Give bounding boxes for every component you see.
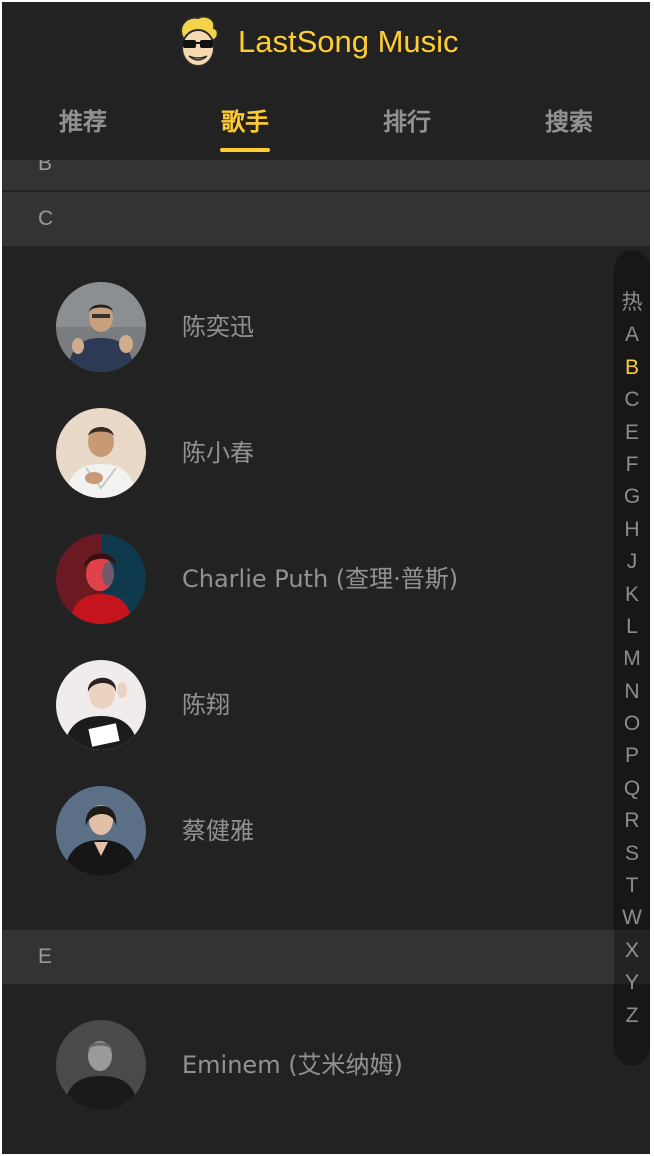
tab-recommend[interactable]: 推荐 (2, 82, 164, 160)
singer-avatar (56, 282, 146, 372)
index-letter[interactable]: N (614, 676, 650, 708)
singer-name: 陈小春 (182, 439, 254, 467)
tab-bar: 推荐 歌手 排行 搜索 (2, 82, 650, 160)
index-letter[interactable]: A (614, 319, 650, 351)
singer-avatar (56, 1020, 146, 1110)
index-letter[interactable]: S (614, 838, 650, 870)
index-letter[interactable]: F (614, 449, 650, 481)
index-letter[interactable]: L (614, 611, 650, 643)
index-letter[interactable]: P (614, 740, 650, 772)
tab-label: 排行 (383, 108, 431, 136)
singer-item[interactable]: 蔡健雅 (2, 768, 612, 894)
tab-singer[interactable]: 歌手 (164, 82, 326, 160)
group-title-c: C (2, 192, 650, 246)
app-logo-icon (174, 14, 222, 70)
index-letter[interactable]: Q (614, 773, 650, 805)
tab-label: 搜索 (545, 108, 593, 136)
group-title-b: B (2, 160, 650, 190)
singer-avatar (56, 660, 146, 750)
singer-name: Eminem (艾米纳姆) (182, 1051, 403, 1079)
singer-item[interactable]: Eminem (艾米纳姆) (2, 1002, 612, 1128)
index-letter[interactable]: R (614, 805, 650, 837)
singer-avatar (56, 408, 146, 498)
index-letter[interactable]: K (614, 579, 650, 611)
index-letter[interactable]: J (614, 546, 650, 578)
index-letter[interactable]: 热 (614, 287, 650, 319)
singer-avatar (56, 534, 146, 624)
tab-label: 歌手 (221, 108, 269, 136)
index-letter[interactable]: H (614, 514, 650, 546)
index-letter[interactable]: E (614, 417, 650, 449)
singer-item[interactable]: Charlie Puth (查理·普斯) (2, 516, 612, 642)
singer-item[interactable]: 陈奕迅 (2, 264, 612, 390)
active-tab-indicator (220, 148, 270, 152)
index-letter[interactable]: Y (614, 967, 650, 999)
singer-name: Charlie Puth (查理·普斯) (182, 565, 459, 593)
app-window: LastSong Music 推荐 歌手 排行 搜索 B C 陈奕迅 陈小春 C… (2, 2, 650, 1154)
tab-label: 推荐 (59, 108, 107, 136)
index-letter[interactable]: Z (614, 1000, 650, 1032)
index-letter[interactable]: B (614, 352, 650, 384)
header: LastSong Music (2, 2, 650, 82)
index-letter[interactable]: C (614, 384, 650, 416)
singer-item[interactable]: 陈小春 (2, 390, 612, 516)
index-letter[interactable]: X (614, 935, 650, 967)
index-letter[interactable]: G (614, 481, 650, 513)
singer-name: 蔡健雅 (182, 817, 254, 845)
group-title-e: E (2, 930, 650, 984)
singer-name: 陈奕迅 (182, 313, 254, 341)
index-letter[interactable]: T (614, 870, 650, 902)
singer-name: 陈翔 (182, 691, 230, 719)
index-letter[interactable]: M (614, 643, 650, 675)
singer-list[interactable]: B C 陈奕迅 陈小春 Charlie Puth (查理·普斯) 陈翔 蔡健雅 … (2, 160, 650, 1154)
app-title: LastSong Music (238, 24, 459, 59)
singer-avatar (56, 786, 146, 876)
singer-item[interactable]: 陈翔 (2, 642, 612, 768)
tab-rank[interactable]: 排行 (326, 82, 488, 160)
index-letter[interactable]: W (614, 902, 650, 934)
tab-search[interactable]: 搜索 (488, 82, 650, 160)
index-letter[interactable]: O (614, 708, 650, 740)
alphabet-index-bar[interactable]: 热ABCEFGHJKLMNOPQRSTWXYZ (614, 250, 650, 1066)
